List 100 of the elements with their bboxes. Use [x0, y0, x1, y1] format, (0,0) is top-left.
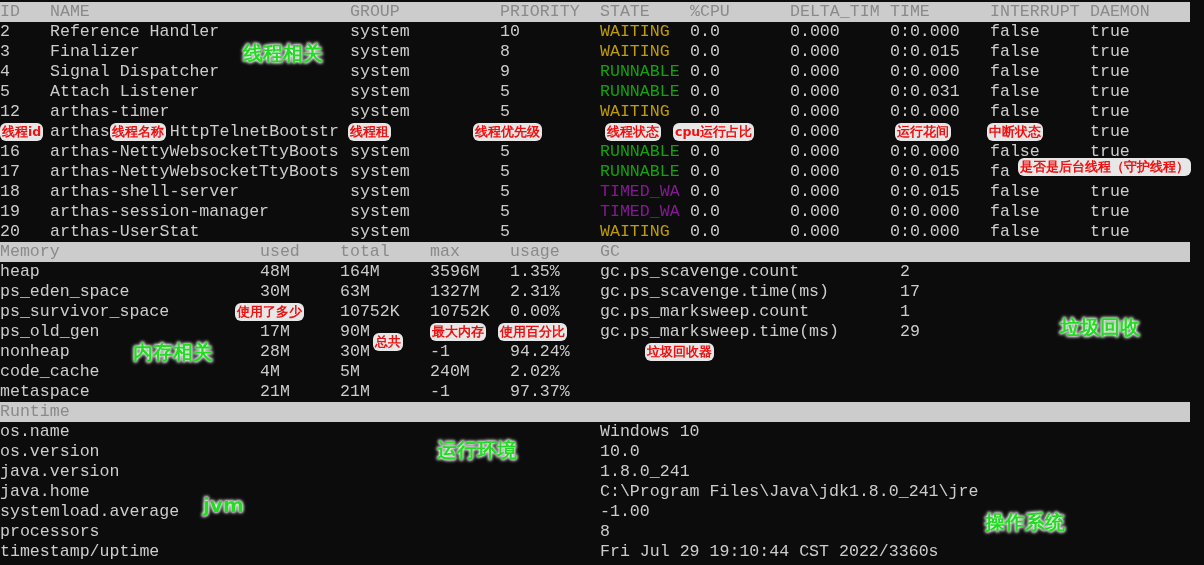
annotation-label: 使用百分比 — [498, 323, 567, 341]
table-cell: arthas-NettyWebsocketTtyBoots — [50, 162, 339, 181]
table-cell: 17M — [260, 322, 290, 341]
table-cell: 1.35% — [510, 262, 560, 281]
table-cell: 1327M — [430, 282, 480, 301]
annotation-label: 线程租 — [348, 123, 391, 141]
table-cell: 16 — [0, 142, 20, 161]
table-cell: 10752K — [340, 302, 400, 321]
column-header: max — [430, 242, 460, 261]
table-cell: RUNNABLE — [600, 142, 680, 161]
table-cell: 5 — [500, 202, 510, 221]
table-cell: Attach Listener — [50, 82, 200, 101]
annotation-label: 垃圾回收器 — [645, 343, 714, 361]
annotation-label: 线程名称 — [110, 123, 166, 141]
table-cell: 0.000 — [790, 142, 840, 161]
table-cell: system — [350, 82, 410, 101]
column-header: NAME — [50, 2, 90, 21]
table-cell: 10752K — [430, 302, 490, 321]
table-cell: 1 — [900, 302, 910, 321]
table-cell: heap — [0, 262, 40, 281]
table-cell: false — [990, 182, 1040, 201]
table-cell: 94.24% — [510, 342, 570, 361]
table-cell: C:\Program Files\Java\jdk1.8.0_241\jre — [600, 482, 979, 501]
table-cell: WAITING — [600, 22, 670, 41]
table-cell: true — [1090, 142, 1130, 161]
table-cell: 0.0 — [690, 62, 720, 81]
table-cell: system — [350, 142, 410, 161]
table-cell: false — [990, 22, 1040, 41]
table-cell: true — [1090, 222, 1130, 241]
table-cell: true — [1090, 82, 1130, 101]
table-cell: Fri Jul 29 19:10:44 CST 2022/3360s — [600, 542, 939, 561]
table-cell: 12 — [0, 102, 20, 121]
table-cell: timestamp/uptime — [0, 542, 160, 561]
table-cell: 0.0 — [690, 42, 720, 61]
table-cell: true — [1090, 42, 1130, 61]
table-cell: 63M — [340, 282, 370, 301]
table-cell: gc.ps_marksweep.count — [600, 302, 810, 321]
table-cell: 0.0 — [690, 182, 720, 201]
table-cell: 21M — [260, 382, 290, 401]
table-cell: system — [350, 162, 410, 181]
table-cell: -1.00 — [600, 502, 650, 521]
annotation-label: cpu运行占比 — [673, 123, 755, 141]
table-cell: 0.0 — [690, 222, 720, 241]
table-cell: HttpTelnetBootstr — [169, 122, 340, 141]
table-cell: false — [990, 42, 1040, 61]
table-cell: system — [350, 42, 410, 61]
table-cell: Reference Handler — [50, 22, 220, 41]
table-cell: Signal Dispatcher — [50, 62, 220, 81]
table-cell: system — [350, 62, 410, 81]
table-cell: 0.0 — [690, 22, 720, 41]
column-header: used — [260, 242, 300, 261]
table-cell: ps_eden_space — [0, 282, 130, 301]
table-cell: arthas-timer — [50, 102, 170, 121]
table-cell: 0.000 — [790, 182, 840, 201]
table-cell: 28M — [260, 342, 290, 361]
table-cell: RUNNABLE — [600, 62, 680, 81]
table-cell: WAITING — [600, 222, 670, 241]
table-cell: 0:0.015 — [890, 182, 960, 201]
column-header: total — [340, 242, 390, 261]
section-label: 操作系统 — [985, 509, 1065, 535]
column-header: STATE — [600, 2, 650, 21]
table-cell: RUNNABLE — [600, 162, 680, 181]
table-cell: 0.0 — [690, 82, 720, 101]
column-header: GC — [600, 242, 620, 261]
table-cell: TIMED_WA — [600, 202, 680, 221]
table-cell: arthas-NettyWebsocketTtyBoots — [50, 142, 339, 161]
table-cell: 5 — [0, 82, 10, 101]
table-cell: 2 — [0, 22, 10, 41]
table-cell: 18 — [0, 182, 20, 201]
table-cell: 9 — [500, 62, 510, 81]
table-cell: Finalizer — [50, 42, 140, 61]
annotation-label: 中断状态 — [987, 123, 1043, 141]
table-cell: gc.ps_scavenge.time(ms) — [600, 282, 830, 301]
table-cell: 10.0 — [600, 442, 640, 461]
column-header: usage — [510, 242, 560, 261]
table-cell: 0.000 — [790, 42, 840, 61]
table-cell: ps_survivor_space — [0, 302, 170, 321]
table-cell: 3596M — [430, 262, 480, 281]
table-cell: 30M — [260, 282, 290, 301]
table-cell: false — [990, 62, 1040, 81]
table-cell: arthas-shell-server — [50, 182, 240, 201]
table-cell: 5 — [500, 82, 510, 101]
table-cell: 97.37% — [510, 382, 570, 401]
table-cell: 0:0.000 — [890, 102, 960, 121]
table-cell: 19 — [0, 202, 20, 221]
table-cell: system — [350, 102, 410, 121]
table-cell: 20 — [0, 222, 20, 241]
column-header: Memory — [0, 242, 60, 261]
table-cell: 2.02% — [510, 362, 560, 381]
table-cell: 4 — [0, 62, 10, 81]
table-cell: false — [990, 222, 1040, 241]
table-cell: 0:0.000 — [890, 22, 960, 41]
column-header: GROUP — [350, 2, 400, 21]
table-cell: 17 — [0, 162, 20, 181]
table-cell: os.name — [0, 422, 70, 441]
section-label: jvm — [203, 492, 244, 518]
table-cell: 5 — [500, 162, 510, 181]
table-cell: 164M — [340, 262, 380, 281]
table-cell: 90M — [340, 322, 370, 341]
column-header: %CPU — [690, 2, 730, 21]
